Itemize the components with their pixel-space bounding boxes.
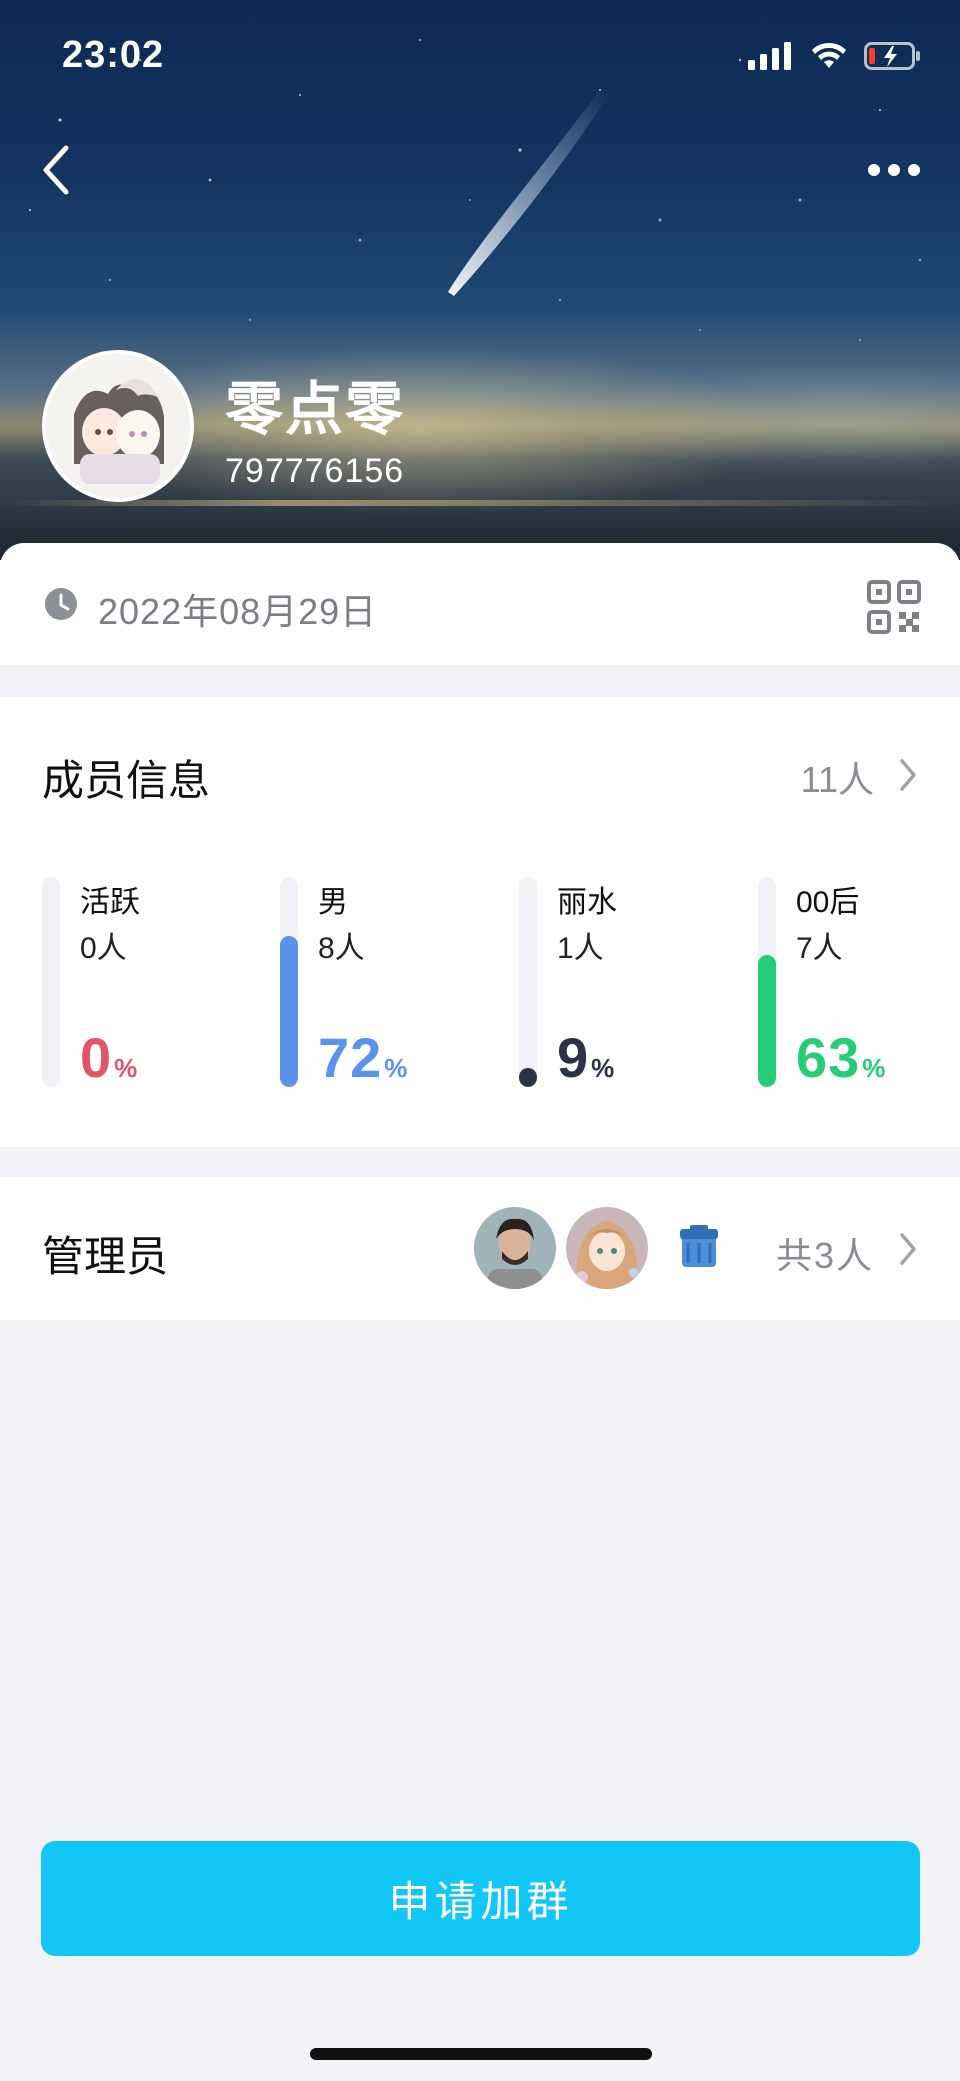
admin-avatar	[658, 1207, 740, 1289]
admin-title: 管理员	[42, 1233, 169, 1280]
stat-active: 活跃 0人 0%	[42, 877, 272, 1097]
join-group-button[interactable]: 申请加群	[41, 1841, 920, 1956]
member-info-card[interactable]: 成员信息 11人 活跃 0人 0% 男 8人 72% 丽水 1人 9% 00后 …	[0, 697, 960, 1147]
group-info-card: 2022年08月29日	[0, 543, 960, 665]
stat-percent: 0%	[80, 1026, 139, 1089]
stat-bar-track	[280, 877, 298, 1087]
signal-icon	[748, 42, 791, 70]
group-id: 797776156	[225, 452, 405, 490]
stat-bar-fill	[280, 936, 298, 1087]
stat-percent: 72%	[318, 1026, 409, 1089]
stat-percent: 9%	[557, 1026, 616, 1089]
group-name: 零点零	[225, 377, 406, 442]
status-time: 23:02	[62, 34, 165, 76]
chevron-right-icon	[900, 759, 916, 791]
qr-code-icon[interactable]	[866, 579, 922, 635]
stat-region: 丽水 1人 9%	[519, 877, 749, 1097]
admin-total: 共3人	[775, 1235, 874, 1276]
stat-people: 8人	[318, 932, 365, 965]
stat-people: 7人	[796, 932, 843, 965]
stat-label: 00后	[796, 886, 860, 919]
stat-label: 男	[318, 886, 348, 919]
stat-male: 男 8人 72%	[280, 877, 510, 1097]
group-avatar[interactable]	[42, 350, 194, 502]
stat-label: 活跃	[80, 886, 140, 919]
battery-charging-icon	[864, 42, 920, 70]
stat-percent: 63%	[796, 1026, 887, 1089]
stat-bar-track	[519, 877, 537, 1087]
group-avatar-image	[46, 354, 190, 498]
created-date: 2022年08月29日	[98, 591, 378, 632]
chevron-right-icon	[900, 1233, 916, 1265]
stat-label: 丽水	[557, 886, 617, 919]
member-count: 11人	[800, 759, 874, 800]
wifi-icon	[812, 42, 846, 68]
stat-bar-track	[42, 877, 60, 1087]
admin-card[interactable]: 管理员 共3人	[0, 1177, 960, 1320]
back-button[interactable]	[36, 140, 76, 200]
stat-people: 0人	[80, 932, 127, 965]
stat-people: 1人	[557, 932, 604, 965]
stat-bar-fill	[758, 955, 776, 1087]
stat-bar-fill	[519, 1068, 537, 1087]
admin-avatar	[566, 1207, 648, 1289]
horizon-lights	[0, 500, 960, 506]
stat-bar-track	[758, 877, 776, 1087]
home-indicator	[310, 2048, 652, 2060]
member-info-title: 成员信息	[42, 757, 211, 804]
clock-icon	[45, 588, 77, 620]
more-button[interactable]	[866, 150, 922, 190]
status-bar: 23:02	[0, 0, 960, 110]
admin-avatar	[474, 1207, 556, 1289]
stat-age: 00后 7人 63%	[758, 877, 960, 1097]
